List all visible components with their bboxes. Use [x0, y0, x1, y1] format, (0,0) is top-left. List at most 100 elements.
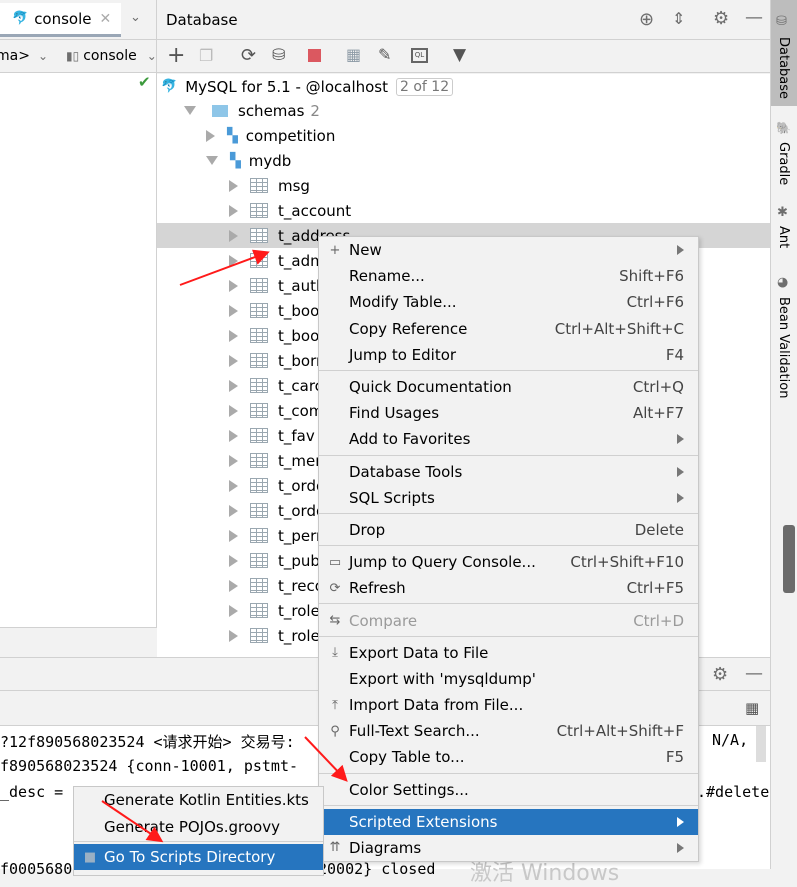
target-icon[interactable]: ⊕ — [639, 9, 654, 30]
chevron-down-icon[interactable]: ⌄ — [130, 10, 141, 25]
tree-table[interactable]: t_carc — [229, 373, 323, 398]
tree-schemas[interactable]: schemas 2 — [184, 98, 320, 123]
menu-item-copy-reference[interactable]: Copy Reference Ctrl+Alt+Shift+C — [319, 316, 698, 342]
edit-icon[interactable]: ✎ — [378, 45, 391, 64]
tree-table[interactable]: t_ordo — [229, 498, 325, 523]
menu-item-generate-kotlin[interactable]: Generate Kotlin Entities.kts — [74, 787, 323, 813]
expand-icon[interactable] — [229, 479, 238, 492]
tree-table[interactable]: t_account — [229, 198, 351, 223]
table-icon[interactable]: ▦ — [346, 45, 361, 64]
menu-item-go-to-scripts-directory[interactable]: ■ Go To Scripts Directory — [74, 844, 323, 871]
expand-icon[interactable] — [229, 229, 238, 242]
menu-item-drop[interactable]: Drop Delete — [319, 517, 698, 543]
expand-icon[interactable] — [229, 529, 238, 542]
tool-database[interactable]: Database — [776, 37, 791, 99]
expand-icon[interactable] — [229, 554, 238, 567]
menu-item-full-text-search[interactable]: ⚲ Full-Text Search... Ctrl+Alt+Shift+F — [319, 718, 698, 744]
layout-icon[interactable]: ▦ — [745, 699, 759, 717]
tree-table[interactable]: t_reco — [229, 573, 324, 598]
tab-console[interactable]: 🐬 console ✕ — [0, 3, 121, 37]
tree-table[interactable]: t_borr — [229, 348, 322, 373]
collapse-icon[interactable]: ⇕ — [672, 9, 685, 28]
expand-icon[interactable] — [206, 129, 215, 142]
expand-icon[interactable] — [229, 404, 238, 417]
tree-table[interactable]: t_fav — [229, 423, 315, 448]
memory-indicator[interactable] — [783, 525, 795, 593]
tree-table[interactable]: t_perr — [229, 523, 322, 548]
menu-item-jump-to-editor[interactable]: Jump to Editor F4 — [319, 342, 698, 368]
gear-icon[interactable]: ⚙ — [712, 664, 728, 685]
expand-icon[interactable] — [229, 429, 238, 442]
expand-icon[interactable] — [229, 254, 238, 267]
tree-table[interactable]: t_role — [229, 598, 320, 623]
menu-item-refresh[interactable]: ⟳ Refresh Ctrl+F5 — [319, 575, 698, 601]
tree-table[interactable]: t_boo — [229, 298, 319, 323]
expand-icon[interactable] — [229, 304, 238, 317]
gear-icon[interactable]: ⚙ — [713, 8, 729, 29]
menu-item-jump-to-query-console[interactable]: ▭ Jump to Query Console... Ctrl+Shift+F10 — [319, 549, 698, 575]
console-editor[interactable]: ✔ — [0, 73, 157, 628]
expand-icon[interactable] — [229, 179, 238, 192]
menu-item-new[interactable]: + New — [319, 237, 698, 263]
add-icon[interactable]: + — [167, 43, 185, 68]
session-dropdown[interactable]: console — [83, 48, 137, 64]
expand-icon[interactable] — [229, 329, 238, 342]
menu-item-add-to-favorites[interactable]: Add to Favorites — [319, 426, 698, 452]
menu-item-database-tools[interactable]: Database Tools — [319, 459, 698, 485]
stop-icon[interactable] — [308, 49, 321, 62]
minimize-icon[interactable]: — — [745, 7, 763, 28]
expand-icon[interactable] — [229, 379, 238, 392]
menu-item-modify-table[interactable]: Modify Table... Ctrl+F6 — [319, 289, 698, 315]
tree-table[interactable]: t_boo — [229, 323, 319, 348]
tree-table[interactable]: t_pub — [229, 548, 320, 573]
expand-icon[interactable] — [229, 204, 238, 217]
tool-ant[interactable]: Ant — [776, 226, 791, 248]
tree-table[interactable]: t_ordo — [229, 473, 325, 498]
expand-icon[interactable] — [229, 279, 238, 292]
expand-icon[interactable] — [229, 454, 238, 467]
filter-icon[interactable]: ▼ — [453, 45, 466, 65]
chevron-down-icon[interactable]: ⌄ — [38, 49, 48, 63]
menu-item-scripted-extensions[interactable]: Scripted Extensions — [319, 808, 698, 835]
tree-table[interactable]: t_mer — [229, 448, 321, 473]
tool-gradle[interactable]: Gradle — [776, 142, 791, 185]
table-icon — [250, 303, 268, 318]
expand-icon[interactable] — [229, 604, 238, 617]
schema-dropdown[interactable]: ma> — [0, 48, 30, 64]
tree-table[interactable]: t_auth — [229, 273, 325, 298]
expand-icon[interactable] — [184, 106, 196, 115]
refresh-icon[interactable]: ⟳ — [241, 45, 256, 66]
chevron-down-icon[interactable]: ⌄ — [147, 49, 157, 63]
menu-item-find-usages[interactable]: Find Usages Alt+F7 — [319, 400, 698, 426]
table-icon — [250, 278, 268, 293]
menu-item-diagrams[interactable]: ⇈ Diagrams — [319, 835, 698, 861]
ql-icon[interactable]: QL — [411, 48, 428, 63]
menu-item-rename[interactable]: Rename... Shift+F6 — [319, 263, 698, 289]
db-tools-icon[interactable]: ⛁ — [272, 45, 285, 64]
expand-icon[interactable] — [206, 156, 218, 165]
menu-item-sql-scripts[interactable]: SQL Scripts — [319, 485, 698, 511]
menu-item-export-with-mysqldump[interactable]: Export with 'mysqldump' — [319, 666, 698, 692]
tree-table[interactable]: msg — [229, 173, 310, 198]
scrollbar-thumb[interactable] — [756, 726, 766, 762]
search-icon: ⚲ — [330, 723, 340, 739]
tree-connection[interactable]: 🐬 MySQL for 5.1 - @localhost 2 of 12 — [161, 74, 454, 99]
tree-schema[interactable]: ▚ competition — [206, 123, 335, 148]
tree-schema[interactable]: ▚ mydb — [206, 148, 291, 173]
minimize-icon[interactable]: — — [745, 663, 763, 684]
menu-item-copy-table-to[interactable]: Copy Table to... F5 — [319, 744, 698, 770]
close-icon[interactable]: ✕ — [100, 11, 112, 27]
menu-item-quick-documentation[interactable]: Quick Documentation Ctrl+Q — [319, 374, 698, 400]
menu-item-export-data-to-file[interactable]: ⤓ Export Data to File — [319, 640, 698, 666]
tree-table[interactable]: t_role — [229, 623, 320, 648]
tree-table[interactable]: t_com — [229, 398, 323, 423]
menu-item-import-data-from-file[interactable]: ⤒ Import Data from File... — [319, 692, 698, 718]
menu-item-generate-pojos[interactable]: Generate POJOs.groovy — [74, 813, 323, 843]
expand-icon[interactable] — [229, 579, 238, 592]
tree-table[interactable]: t_adm — [229, 248, 325, 273]
expand-icon[interactable] — [229, 354, 238, 367]
expand-icon[interactable] — [229, 629, 238, 642]
menu-item-color-settings[interactable]: Color Settings... — [319, 777, 698, 803]
tool-bean-validation[interactable]: Bean Validation — [776, 297, 791, 398]
expand-icon[interactable] — [229, 504, 238, 517]
